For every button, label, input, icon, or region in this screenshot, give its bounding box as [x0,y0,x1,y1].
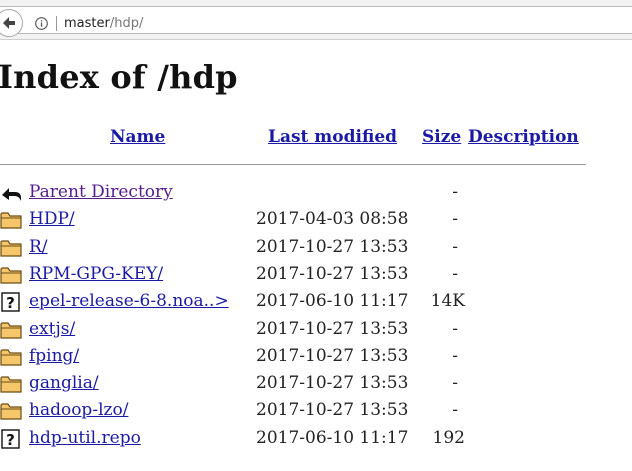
unknown-file-icon [0,429,22,449]
header-divider [0,164,586,165]
file-date: 2017-10-27 13:53 [256,263,409,284]
file-size: - [452,318,458,339]
file-date: 2017-10-27 13:53 [256,373,409,394]
file-size: - [452,345,458,366]
url-path: /hdp/ [109,16,144,31]
address-separator [56,16,57,31]
table-row: fping/2017-10-27 13:53 - [0,346,632,370]
folder-icon [0,265,22,285]
table-row: hadoop-lzo/2017-10-27 13:53 - [0,400,632,424]
file-date: 2017-06-10 11:17 [256,291,409,312]
url-host: master [64,16,110,31]
table-row: ganglia/2017-10-27 13:53 - [0,373,632,397]
unknown-file-icon [0,292,22,312]
table-row: hdp-util.repo 2017-06-10 11:17 192 [0,428,632,452]
folder-icon [0,320,22,340]
file-size: 192 [432,427,465,448]
folder-icon [0,401,22,421]
arrow-left-icon [3,17,15,29]
file-size: - [452,263,458,284]
table-row: epel-release-6-8.noa..> 2017-06-10 11:17 1… [0,291,632,315]
file-link[interactable]: hdp-util.repo [29,428,141,448]
column-header-last-modified[interactable]: Last modified [268,127,397,147]
back-icon [0,183,22,203]
folder-icon [0,210,22,230]
file-link[interactable]: Parent Directory [29,182,173,202]
info-icon[interactable] [35,17,48,30]
file-date: 2017-04-03 08:58 [256,209,409,230]
file-link[interactable]: ganglia/ [29,373,99,393]
file-link[interactable]: R/ [29,237,48,257]
file-date: 2017-10-27 13:53 [256,345,409,366]
column-header-size[interactable]: Size [422,127,461,147]
file-date: 2017-10-27 13:53 [256,318,409,339]
folder-icon [0,238,22,258]
table-row: extjs/2017-10-27 13:53 - [0,319,632,343]
table-row: R/2017-10-27 13:53 - [0,237,632,261]
browser-toolbar: master/hdp/ [0,0,632,40]
table-row: Parent Directory - [0,182,632,206]
column-header-name[interactable]: Name [110,127,165,147]
back-button[interactable] [0,9,23,37]
file-size: - [452,182,458,202]
file-link[interactable]: extjs/ [29,319,75,339]
url-text[interactable]: master/hdp/ [64,16,143,31]
file-link[interactable]: epel-release-6-8.noa..> [29,291,229,311]
folder-icon [0,374,22,394]
file-date: 2017-10-27 13:53 [256,236,409,257]
file-link[interactable]: fping/ [29,346,79,366]
folder-icon [0,347,22,367]
table-row: RPM-GPG-KEY/2017-10-27 13:53 - [0,264,632,288]
file-date: 2017-06-10 11:17 [256,427,409,448]
column-header-description[interactable]: Description [468,127,579,147]
file-size: - [452,373,458,394]
file-link[interactable]: HDP/ [29,209,75,229]
file-size: - [452,236,458,257]
file-link[interactable]: hadoop-lzo/ [29,400,128,420]
page-title: Index of /hdp [0,58,238,96]
file-size: - [452,400,458,421]
address-bar[interactable]: master/hdp/ [0,6,632,37]
file-link[interactable]: RPM-GPG-KEY/ [29,264,163,284]
file-size: - [452,209,458,230]
file-size: 14K [430,291,465,312]
table-row: HDP/2017-04-03 08:58 - [0,209,632,233]
file-date: 2017-10-27 13:53 [256,400,409,421]
